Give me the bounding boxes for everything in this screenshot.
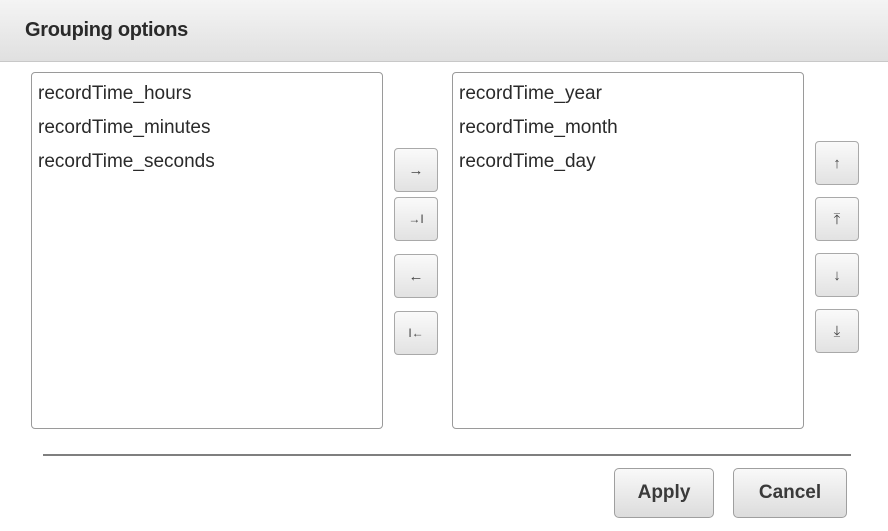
arrow-up-icon: ↑ bbox=[833, 154, 841, 172]
arrow-up-to-bar-icon: ⤒ bbox=[833, 210, 841, 228]
list-item[interactable]: recordTime_seconds bbox=[38, 147, 215, 177]
arrow-down-to-bar-icon: ⤓ bbox=[833, 322, 841, 340]
move-bottom-button[interactable]: ⤓ bbox=[815, 309, 859, 353]
footer-divider bbox=[43, 454, 851, 456]
move-all-left-button[interactable]: I← bbox=[394, 311, 438, 355]
move-left-button[interactable]: ← bbox=[394, 254, 438, 298]
list-item[interactable]: recordTime_day bbox=[459, 147, 596, 177]
move-top-button[interactable]: ⤒ bbox=[815, 197, 859, 241]
list-item[interactable]: recordTime_year bbox=[459, 79, 602, 109]
grouping-options-dialog: Grouping options recordTime_hours record… bbox=[0, 0, 888, 531]
arrow-right-to-bar-icon: →I bbox=[408, 212, 424, 226]
move-right-button[interactable]: → bbox=[394, 148, 438, 192]
apply-button[interactable]: Apply bbox=[614, 468, 714, 518]
list-item[interactable]: recordTime_hours bbox=[38, 79, 191, 109]
move-down-button[interactable]: ↓ bbox=[815, 253, 859, 297]
arrow-left-icon: ← bbox=[408, 267, 424, 285]
move-up-button[interactable]: ↑ bbox=[815, 141, 859, 185]
selected-fields-list[interactable]: recordTime_year recordTime_month recordT… bbox=[452, 72, 804, 429]
dialog-title: Grouping options bbox=[25, 19, 188, 41]
arrow-right-icon: → bbox=[408, 161, 424, 179]
list-item[interactable]: recordTime_minutes bbox=[38, 113, 210, 143]
available-fields-list[interactable]: recordTime_hours recordTime_minutes reco… bbox=[31, 72, 383, 429]
arrow-down-icon: ↓ bbox=[833, 266, 841, 284]
cancel-button[interactable]: Cancel bbox=[733, 468, 847, 518]
list-item[interactable]: recordTime_month bbox=[459, 113, 618, 143]
arrow-left-to-bar-icon: I← bbox=[408, 326, 424, 340]
move-all-right-button[interactable]: →I bbox=[394, 197, 438, 241]
dialog-title-bar: Grouping options bbox=[0, 0, 888, 62]
